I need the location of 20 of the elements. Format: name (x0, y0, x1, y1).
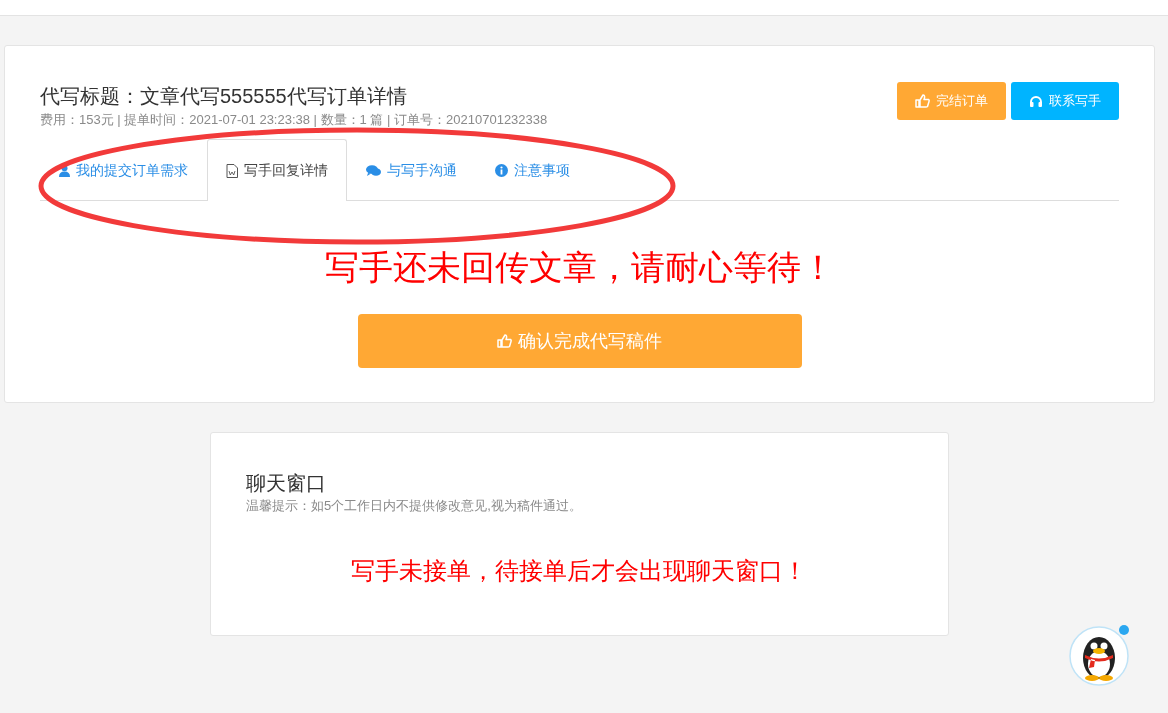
finish-order-button[interactable]: 完结订单 (897, 82, 1006, 120)
document-icon (226, 163, 238, 178)
waiting-notice: 写手还未回传文章，请耐心等待！ (323, 247, 836, 287)
chat-icon (366, 164, 381, 177)
thumbs-up-icon (497, 334, 512, 348)
info-icon (495, 164, 508, 177)
headset-icon (1029, 94, 1043, 108)
chat-hint: 温馨提示：如5个工作日内不提供修改意见,视为稿件通过。 (246, 497, 583, 515)
chat-title: 聊天窗口 (246, 471, 327, 496)
tab[interactable]: 注意事项 (476, 139, 589, 201)
contact-writer-button[interactable]: 联系写手 (1011, 82, 1119, 120)
order-title: 代写标题：文章代写555555代写订单详情 (40, 84, 408, 109)
tab[interactable]: 我的提交订单需求 (40, 139, 207, 201)
tab[interactable]: 与写手沟通 (347, 139, 476, 201)
confirm-button[interactable]: 确认完成代写稿件 (357, 314, 802, 368)
thumbs-up-icon (915, 94, 930, 108)
tab[interactable]: 写手回复详情 (207, 139, 347, 201)
user-icon (59, 164, 70, 177)
chat-unavailable-message: 写手未接单，待接单后才会出现聊天窗口！ (350, 556, 808, 586)
order-meta: 费用：153元 | 提单时间：2021-07-01 23:23:38 | 数量：1 篇 | 订单号：20210701232338 (40, 111, 548, 129)
